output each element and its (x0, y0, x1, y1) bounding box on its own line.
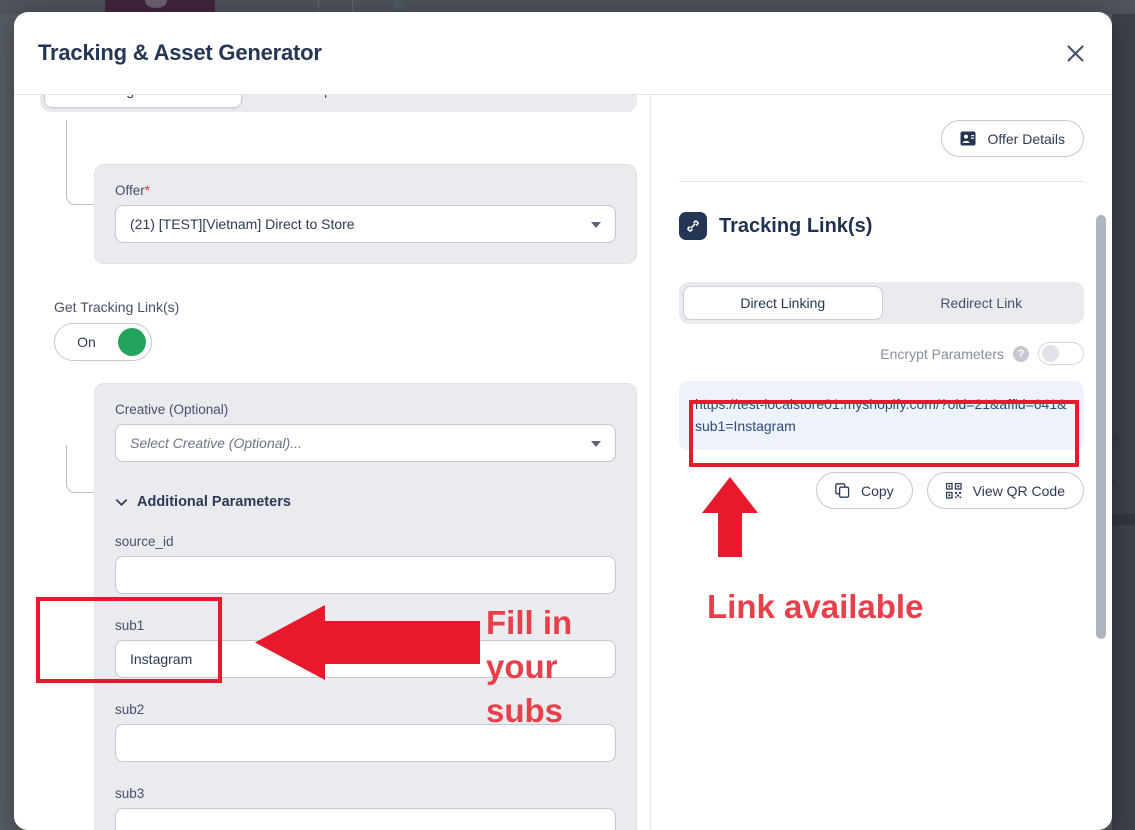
required-marker: * (144, 183, 151, 198)
chevron-down-icon (591, 441, 601, 447)
tracking-url-box[interactable]: https://test-localstore01.myshopify.com/… (679, 381, 1084, 451)
connector-line-creative (66, 445, 94, 493)
creative-select-placeholder: Select Creative (Optional)... (130, 435, 302, 451)
chevron-down-icon (591, 222, 601, 228)
encrypt-parameters-toggle[interactable] (1038, 342, 1084, 365)
link-icon (679, 212, 707, 240)
creative-parameters-card: Creative (Optional) Select Creative (Opt… (94, 383, 637, 830)
offer-details-button[interactable]: Offer Details (941, 120, 1084, 157)
modal-scrollbar-thumb[interactable] (1096, 215, 1106, 639)
parameter-field-sub1: sub1 Instagram (115, 618, 616, 678)
tracking-asset-generator-modal: Tracking & Asset Generator Single Offer … (14, 12, 1112, 830)
offer-label-text: Offer (115, 183, 145, 198)
link-type-tabs: Direct Linking Redirect Link (679, 282, 1084, 324)
tab-redirect-link[interactable]: Redirect Link (883, 286, 1081, 320)
parameter-field-sub3: sub3 (115, 786, 616, 830)
parameter-field-sub2: sub2 (115, 702, 616, 762)
additional-parameters-label: Additional Parameters (137, 494, 291, 510)
sub1-input[interactable]: Instagram (115, 640, 616, 678)
modal-header: Tracking & Asset Generator (14, 12, 1112, 95)
offer-type-tabs: Single Offer Multiple Offers All Offers (40, 95, 637, 112)
tracking-links-pane: Offer Details Tracking Link(s) Direct Li… (651, 95, 1112, 830)
parameter-field-source_id: source_id (115, 534, 616, 594)
tab-multiple-offers[interactable]: Multiple Offers (242, 95, 438, 108)
encrypt-parameters-label: Encrypt Parameters (880, 345, 1004, 362)
offer-details-row: Offer Details (651, 95, 1112, 157)
qr-code-icon (945, 482, 962, 499)
toggle-knob (118, 328, 146, 356)
additional-parameters-accordion[interactable]: Additional Parameters (115, 494, 616, 510)
close-button[interactable] (1060, 38, 1090, 68)
contact-card-icon (960, 131, 976, 146)
offer-label: Offer* (115, 183, 616, 198)
offer-details-label: Offer Details (987, 130, 1065, 147)
copy-icon (835, 483, 850, 499)
tab-all-offers[interactable]: All Offers (437, 95, 633, 108)
configuration-scroll-area: Single Offer Multiple Offers All Offers … (14, 95, 650, 830)
get-tracking-links-group: Get Tracking Link(s) On (54, 299, 650, 361)
link-actions-row: Copy View QR Code (679, 472, 1084, 510)
tracking-links-heading: Tracking Link(s) (679, 212, 1112, 240)
parameter-label: sub2 (115, 702, 145, 717)
copy-button[interactable]: Copy (815, 472, 913, 510)
encrypt-parameters-row: Encrypt Parameters ? (679, 342, 1084, 365)
source_id-input[interactable] (115, 556, 616, 594)
creative-select[interactable]: Select Creative (Optional)... (115, 424, 616, 462)
encrypt-toggle-knob (1042, 345, 1059, 362)
tab-single-offer[interactable]: Single Offer (44, 95, 242, 108)
modal-body: Single Offer Multiple Offers All Offers … (14, 95, 1112, 830)
toggle-state-text: On (77, 334, 96, 350)
question-mark-icon[interactable]: ? (1013, 345, 1029, 362)
close-icon (1066, 44, 1084, 62)
pane-divider (679, 181, 1084, 182)
configuration-pane: Single Offer Multiple Offers All Offers … (14, 95, 651, 830)
get-tracking-links-toggle[interactable]: On (54, 323, 152, 361)
tab-direct-linking[interactable]: Direct Linking (683, 286, 883, 320)
sub2-input[interactable] (115, 724, 616, 762)
get-tracking-links-label: Get Tracking Link(s) (54, 299, 180, 315)
tracking-url-text: https://test-localstore01.myshopify.com/… (695, 396, 1067, 434)
connector-line-offer (66, 120, 94, 205)
page-title: Tracking & Asset Generator (38, 40, 322, 65)
chevron-down-icon (115, 498, 128, 506)
parameter-label: source_id (115, 534, 174, 549)
parameter-label: sub3 (115, 786, 145, 801)
view-qr-code-label: View QR Code (972, 482, 1065, 499)
creative-label: Creative (Optional) (115, 402, 229, 417)
parameter-label: sub1 (115, 618, 145, 633)
tracking-links-title: Tracking Link(s) (719, 214, 873, 237)
view-qr-code-button[interactable]: View QR Code (926, 472, 1084, 510)
offer-select-value: (21) [TEST][Vietnam] Direct to Store (130, 216, 355, 232)
offer-card: Offer* (21) [TEST][Vietnam] Direct to St… (94, 164, 637, 264)
offer-select[interactable]: (21) [TEST][Vietnam] Direct to Store (115, 205, 616, 243)
screen-root: 🛒 s / Tracking & Asset Generator (0, 0, 1135, 830)
copy-label: Copy (860, 482, 894, 499)
sub3-input[interactable] (115, 808, 616, 830)
sub1-value: Instagram (130, 651, 193, 667)
